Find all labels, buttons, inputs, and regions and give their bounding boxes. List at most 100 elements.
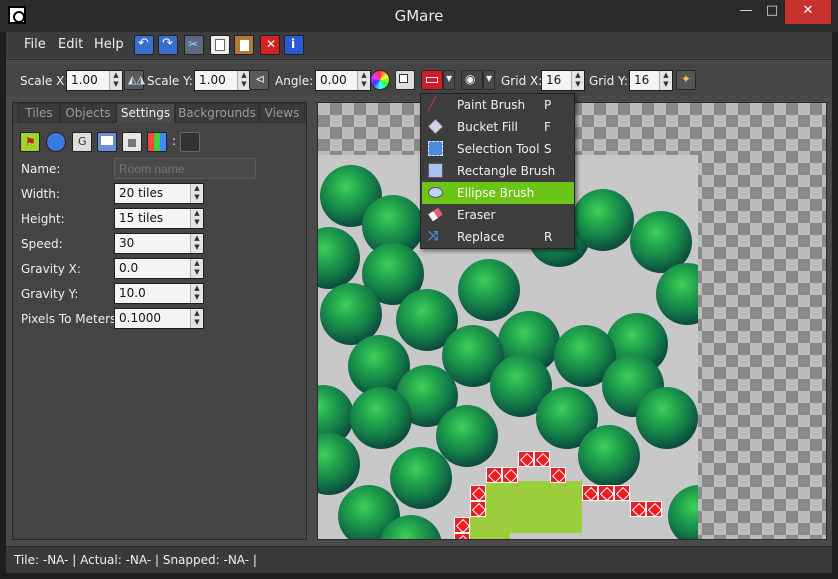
gravity-x-spinbox[interactable]: 0.0 ▲ ▼ (114, 258, 204, 279)
angle-spinbox[interactable]: 0.00 ▲ ▼ (315, 70, 371, 91)
menu-item-ellipse-brush[interactable]: Ellipse Brush (422, 182, 574, 204)
maximize-button[interactable]: □ (759, 0, 785, 24)
scale-x-spinbox[interactable]: 1.00 ▲ ▼ (66, 70, 123, 91)
menu-help[interactable]: Help (94, 37, 124, 52)
red-tile (550, 467, 566, 483)
menu-item-replace[interactable]: ⤨ Replace R (422, 226, 574, 248)
spin-arrows-icon[interactable]: ▲ ▼ (357, 71, 370, 90)
brush-dropdown-toggle[interactable]: ▼ (443, 70, 455, 90)
brush-dropdown-menu: ╱ Paint Brush P Bucket Fill F Selection … (420, 93, 575, 249)
width-label: Width: (21, 187, 60, 201)
red-tile (470, 485, 486, 501)
gravity-x-label: Gravity X: (21, 262, 81, 276)
height-value: 15 tiles (119, 211, 164, 225)
selection-tool-icon (428, 141, 443, 156)
toolbar-separator (6, 59, 832, 60)
spin-arrows-icon[interactable]: ▲ ▼ (571, 71, 584, 90)
spin-arrows-icon[interactable]: ▲ ▼ (109, 71, 122, 90)
grid-x-spinbox[interactable]: 16 ▲ ▼ (541, 70, 585, 91)
spin-arrows-icon[interactable]: ▲ ▼ (190, 309, 203, 328)
status-bar: Tile: -NA- | Actual: -NA- | Snapped: -NA… (6, 546, 832, 573)
room-settings-button[interactable]: ⚑ (20, 132, 40, 152)
pixels-to-meters-spinbox[interactable]: 0.1000 ▲ ▼ (114, 308, 204, 329)
spin-arrows-icon[interactable]: ▲ ▼ (190, 209, 203, 228)
magic-wand-icon: ✦ (681, 72, 692, 86)
speed-spinbox[interactable]: 30 ▲ ▼ (114, 233, 204, 254)
width-spinbox[interactable]: 20 tiles ▲ ▼ (114, 183, 204, 204)
red-tile (630, 501, 646, 517)
brush-tool-button[interactable] (421, 70, 443, 90)
physics-button[interactable] (46, 132, 66, 152)
room-name-input[interactable] (114, 158, 256, 179)
gravity-y-value: 10.0 (119, 286, 146, 300)
menu-item-eraser[interactable]: Eraser (422, 204, 574, 226)
copy-icon (215, 39, 225, 51)
tree-tile (318, 433, 360, 495)
color-grid-button[interactable] (147, 132, 167, 152)
blend-mode-button[interactable] (395, 70, 415, 90)
menu-edit[interactable]: Edit (58, 37, 83, 52)
menu-item-paint-brush[interactable]: ╱ Paint Brush P (422, 94, 574, 116)
menu-item-selection-tool[interactable]: Selection Tool S (422, 138, 574, 160)
height-label: Height: (21, 212, 65, 226)
paste-icon (240, 40, 249, 51)
close-window-button[interactable]: ✕ (785, 0, 831, 24)
toolbox-icon (426, 77, 438, 83)
display-button[interactable] (97, 132, 117, 152)
magic-wand-button[interactable]: ✦ (676, 70, 696, 90)
tree-tile (668, 485, 698, 539)
scale-y-spinbox[interactable]: 1.00 ▲ ▼ (194, 70, 251, 91)
undo-button[interactable]: ↶ (134, 35, 154, 55)
tab-backgrounds[interactable]: Backgrounds (175, 103, 259, 123)
red-tile (486, 467, 502, 483)
red-tile (646, 501, 662, 517)
menu-item-rectangle-brush[interactable]: Rectangle Brush (422, 160, 574, 182)
lock-button[interactable] (122, 132, 142, 152)
flip-horizontal-button[interactable]: ◭◮ (124, 70, 145, 90)
gravity-x-value: 0.0 (119, 261, 139, 275)
red-tile (470, 501, 486, 517)
gravity-y-spinbox[interactable]: 10.0 ▲ ▼ (114, 283, 204, 304)
menu-bar: File Edit Help ↶ ↷ ✂ ✕ i (6, 32, 832, 58)
redo-button[interactable]: ↷ (158, 35, 178, 55)
gravity-button[interactable]: G (72, 132, 92, 152)
minimize-button[interactable]: — (733, 0, 759, 24)
bucket-fill-icon (428, 119, 443, 134)
info-button[interactable]: i (284, 35, 304, 55)
ellipse-brush-icon (428, 187, 443, 198)
background-color-swatch[interactable] (180, 132, 200, 152)
eraser-icon (428, 207, 443, 222)
color-picker-button[interactable] (370, 70, 390, 90)
tab-tiles[interactable]: Tiles (18, 103, 60, 123)
grid-y-label: Grid Y: (589, 74, 628, 88)
spin-arrows-icon[interactable]: ▲ ▼ (190, 234, 203, 253)
angle-value: 0.00 (320, 73, 347, 87)
redo-icon: ↷ (162, 36, 173, 51)
spin-arrows-icon[interactable]: ▲ ▼ (190, 284, 203, 303)
layers-icon (399, 74, 408, 83)
paste-button[interactable] (234, 35, 254, 55)
spin-arrows-icon[interactable]: ▲ ▼ (190, 184, 203, 203)
angle-label: Angle: (275, 74, 314, 88)
cut-button[interactable]: ✂ (184, 35, 204, 55)
grid-y-spinbox[interactable]: 16 ▲ ▼ (629, 70, 673, 91)
flip-vertical-icon: ⊲ (255, 72, 266, 86)
menu-item-bucket-fill[interactable]: Bucket Fill F (422, 116, 574, 138)
height-spinbox[interactable]: 15 tiles ▲ ▼ (114, 208, 204, 229)
spin-arrows-icon[interactable]: ▲ ▼ (190, 259, 203, 278)
tree-tile (636, 387, 698, 449)
tab-views[interactable]: Views (259, 103, 305, 123)
visibility-button[interactable]: ◉ (461, 70, 483, 90)
flip-vertical-button[interactable]: ⊲ (249, 70, 269, 90)
speed-label: Speed: (21, 237, 63, 251)
tab-settings[interactable]: Settings (116, 103, 175, 123)
copy-button[interactable] (210, 35, 230, 55)
delete-icon: ✕ (266, 37, 277, 51)
tree-tile (436, 405, 498, 467)
spin-arrows-icon[interactable]: ▲ ▼ (659, 71, 672, 90)
delete-button[interactable]: ✕ (260, 35, 280, 55)
visibility-dropdown-toggle[interactable]: ▼ (483, 70, 495, 90)
red-tile (454, 517, 470, 533)
tab-objects[interactable]: Objects (60, 103, 116, 123)
menu-file[interactable]: File (24, 37, 46, 52)
